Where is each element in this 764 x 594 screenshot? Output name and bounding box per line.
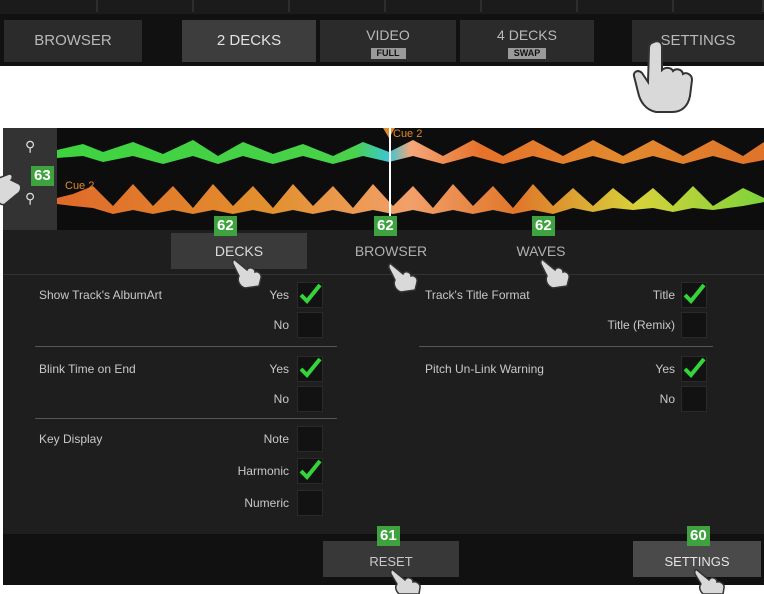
- checkbox-title[interactable]: [681, 282, 707, 308]
- setting-label-albumart: Show Track's AlbumArt: [39, 288, 162, 302]
- nav-video-label: VIDEO: [366, 27, 410, 43]
- playhead-line: [389, 128, 391, 230]
- nav-4-decks-button[interactable]: 4 DECKS SWAP: [460, 20, 594, 62]
- strip-segment: [578, 0, 674, 12]
- callout-badge-60: 60: [687, 526, 710, 546]
- pointing-hand-icon: [632, 38, 698, 114]
- checkbox-pitch-no[interactable]: [681, 386, 707, 412]
- cue-label-top: Cue 2: [393, 128, 423, 140]
- nav-2-decks-button[interactable]: 2 DECKS: [182, 20, 316, 62]
- settings-screen: Cue 2 Cue 2 ⚲ ⚲ 63 DECKS BROWSER WAVES 6…: [0, 128, 764, 594]
- checkbox-pitch-yes[interactable]: [681, 356, 707, 382]
- option-label: Numeric: [244, 496, 289, 510]
- checkmark-icon: [299, 357, 322, 378]
- pointing-hand-icon: [231, 256, 265, 290]
- cue-label-bottom: Cue 2: [65, 180, 95, 192]
- callout-badge-63: 63: [31, 166, 54, 186]
- checkbox-blink-yes[interactable]: [297, 356, 323, 382]
- deck-1-waveform: [57, 140, 764, 164]
- nav-video-button[interactable]: VIDEO FULL: [320, 20, 456, 62]
- nav-4-decks-label: 4 DECKS: [497, 27, 557, 43]
- option-label: Title: [652, 288, 675, 302]
- strip-segment: [194, 0, 290, 12]
- tabs-divider: [3, 274, 764, 275]
- section-divider: [419, 346, 713, 347]
- checkmark-icon: [299, 459, 322, 480]
- settings-tabs: DECKS BROWSER WAVES 62 62 62: [3, 216, 764, 274]
- checkbox-key-note[interactable]: [297, 426, 323, 452]
- checkmark-icon: [683, 283, 706, 304]
- pointing-hand-icon: [387, 260, 421, 294]
- option-label: Note: [263, 432, 289, 446]
- strip-segment: [386, 0, 482, 12]
- option-label: Yes: [269, 288, 289, 302]
- section-divider: [35, 346, 337, 347]
- nav-browser-button[interactable]: BROWSER: [4, 20, 142, 62]
- checkmark-icon: [299, 283, 322, 304]
- checkbox-key-harmonic[interactable]: [297, 458, 323, 484]
- option-label: Yes: [269, 362, 289, 376]
- strip-segment: [674, 0, 764, 12]
- setting-label-blink: Blink Time on End: [39, 362, 136, 376]
- callout-badge-62: 62: [374, 216, 397, 236]
- bottom-bar: RESET SETTINGS 61 60: [3, 526, 764, 585]
- deck-2-waveform: [57, 184, 764, 214]
- section-divider: [35, 418, 337, 419]
- option-label: Harmonic: [237, 464, 289, 478]
- waveform-graph: [57, 128, 764, 214]
- callout-badge-61: 61: [377, 526, 400, 546]
- strip-segment: [290, 0, 386, 12]
- setting-label-title-format: Track's Title Format: [425, 288, 530, 302]
- strip-segment: [482, 0, 578, 12]
- option-label: Title (Remix): [607, 318, 675, 332]
- setting-label-key-display: Key Display: [39, 432, 103, 446]
- magnifier-icon[interactable]: ⚲: [25, 190, 35, 207]
- strip-segment: [98, 0, 194, 12]
- pointing-hand-icon: [389, 568, 425, 594]
- callout-badge-62: 62: [214, 216, 237, 236]
- magnifier-icon[interactable]: ⚲: [25, 138, 35, 155]
- checkbox-title-remix[interactable]: [681, 312, 707, 338]
- nav-video-sublabel: FULL: [370, 48, 406, 59]
- nav-4-decks-sublabel: SWAP: [507, 48, 547, 59]
- checkbox-key-numeric[interactable]: [297, 490, 323, 516]
- pointing-hand-icon: [693, 568, 729, 594]
- setting-label-pitch-unlink: Pitch Un-Link Warning: [425, 362, 544, 376]
- waveform-area[interactable]: Cue 2 Cue 2 ⚲ ⚲ 63: [3, 128, 764, 230]
- strip-segment: [0, 0, 98, 12]
- pointing-hand-icon: [0, 172, 23, 208]
- checkbox-blink-no[interactable]: [297, 386, 323, 412]
- option-label: No: [273, 392, 289, 406]
- checkbox-albumart-no[interactable]: [297, 312, 323, 338]
- option-label: Yes: [655, 362, 675, 376]
- checkmark-icon: [683, 357, 706, 378]
- option-label: No: [273, 318, 289, 332]
- callout-badge-62: 62: [532, 216, 555, 236]
- checkbox-albumart-yes[interactable]: [297, 282, 323, 308]
- option-label: No: [659, 392, 675, 406]
- top-strip: [0, 0, 764, 14]
- pointing-hand-icon: [539, 256, 573, 290]
